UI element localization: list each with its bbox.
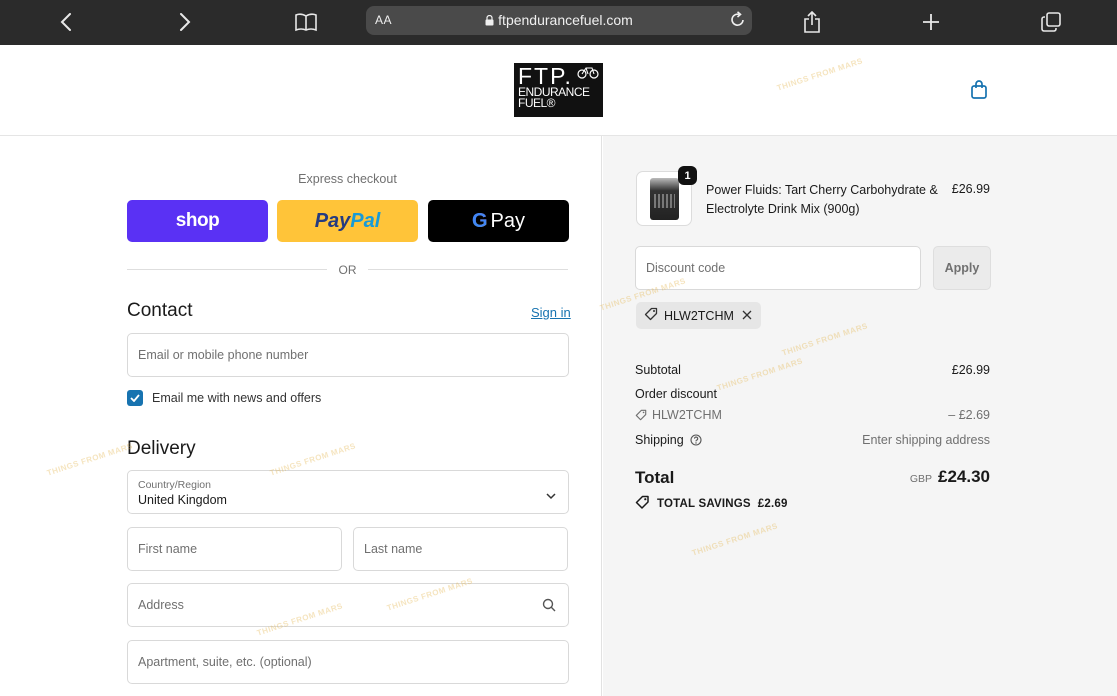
shipping-value: Enter shipping address (862, 433, 990, 447)
apartment-placeholder: Apartment, suite, etc. (optional) (138, 655, 312, 669)
check-icon (130, 394, 140, 402)
product-image (650, 178, 679, 220)
lock-icon (485, 13, 494, 29)
forward-icon[interactable] (170, 8, 200, 36)
paypal-label-pal: Pal (350, 209, 381, 232)
contact-heading: Contact (127, 300, 193, 321)
url-text: ftpendurancefuel.com (498, 12, 633, 28)
sign-in-link[interactable]: Sign in (531, 305, 571, 320)
shipping-row: Shipping (635, 433, 702, 447)
new-tab-icon[interactable] (916, 8, 946, 36)
remove-discount-icon[interactable] (742, 309, 752, 323)
currency-label: GBP (909, 473, 932, 485)
google-g-icon: G (471, 209, 488, 232)
reload-icon[interactable] (730, 11, 746, 33)
bookmarks-icon[interactable] (291, 8, 321, 36)
browser-toolbar: AA ftpendurancefuel.com (0, 0, 1117, 45)
last-name-field[interactable]: Last name (353, 527, 568, 571)
discount-code-row: HLW2TCHM (635, 408, 722, 422)
express-checkout-title: Express checkout (298, 172, 397, 186)
or-label: OR (338, 263, 357, 277)
total-label: Total (635, 468, 675, 487)
savings-tag-icon (635, 495, 650, 512)
address-field[interactable]: Address (127, 583, 569, 627)
bike-icon (577, 67, 599, 79)
country-label: Country/Region (138, 479, 211, 491)
discount-value: – £2.69 (948, 408, 990, 422)
subtotal-label: Subtotal (635, 363, 681, 377)
order-discount-label: Order discount (635, 387, 717, 401)
checkout-form: Express checkout shop Pay Pal G Pay OR Co… (0, 136, 602, 696)
total-savings: TOTAL SAVINGS £2.69 (635, 495, 788, 512)
savings-value: £2.69 (757, 497, 788, 510)
address-bar[interactable]: AA ftpendurancefuel.com (366, 6, 752, 35)
apartment-field[interactable]: Apartment, suite, etc. (optional) (127, 640, 569, 684)
tabs-overview-icon[interactable] (1036, 8, 1066, 36)
apply-button[interactable]: Apply (933, 246, 991, 290)
first-name-field[interactable]: First name (127, 527, 342, 571)
email-placeholder: Email or mobile phone number (138, 348, 309, 362)
country-select[interactable]: Country/Region United Kingdom (127, 470, 569, 514)
paypal-button[interactable]: Pay Pal (277, 200, 418, 242)
total-value: £24.30 (938, 467, 990, 486)
quantity-badge: 1 (678, 166, 697, 185)
logo-text-3: FUEL® (518, 96, 556, 110)
cart-bag-icon[interactable] (970, 80, 990, 100)
help-icon[interactable] (690, 434, 702, 446)
google-pay-button[interactable]: G Pay (428, 200, 569, 242)
chevron-down-icon (546, 487, 556, 505)
first-name-placeholder: First name (138, 542, 198, 556)
shop-pay-button[interactable]: shop (127, 200, 268, 242)
newsletter-option[interactable]: Email me with news and offers (127, 390, 321, 406)
last-name-placeholder: Last name (364, 542, 423, 556)
shipping-label: Shipping (635, 433, 684, 447)
search-icon[interactable] (542, 598, 556, 617)
discount-placeholder: Discount code (646, 261, 726, 275)
product-name: Power Fluids: Tart Cherry Carbohydrate &… (706, 183, 938, 216)
address-placeholder: Address (138, 598, 184, 612)
store-logo[interactable]: FTP. ENDURANCE FUEL® (514, 63, 603, 117)
paypal-label-pay: Pay (314, 209, 351, 232)
or-divider: OR (127, 262, 568, 278)
savings-label: TOTAL SAVINGS (657, 497, 751, 510)
share-icon[interactable] (797, 8, 827, 36)
country-value: United Kingdom (138, 493, 227, 507)
newsletter-label: Email me with news and offers (152, 391, 322, 405)
applied-code-text: HLW2TCHM (664, 308, 734, 323)
total-row: GBP £24.30 (910, 467, 990, 487)
applied-discount-chip: HLW2TCHM (636, 302, 761, 329)
delivery-heading: Delivery (127, 438, 196, 459)
product-price: £26.99 (951, 182, 990, 196)
tag-icon (635, 409, 647, 421)
shop-pay-label: shop (175, 210, 220, 231)
tag-icon (644, 307, 658, 324)
order-summary: 1 Power Fluids: Tart Cherry Carbohydrate… (603, 136, 1117, 696)
email-field[interactable]: Email or mobile phone number (127, 333, 569, 377)
store-header: FTP. ENDURANCE FUEL® (0, 45, 1117, 136)
google-pay-label: Pay (490, 209, 526, 232)
discount-code-label: HLW2TCHM (652, 408, 722, 422)
back-icon[interactable] (51, 8, 81, 36)
newsletter-checkbox[interactable] (127, 390, 143, 406)
subtotal-value: £26.99 (951, 363, 990, 377)
